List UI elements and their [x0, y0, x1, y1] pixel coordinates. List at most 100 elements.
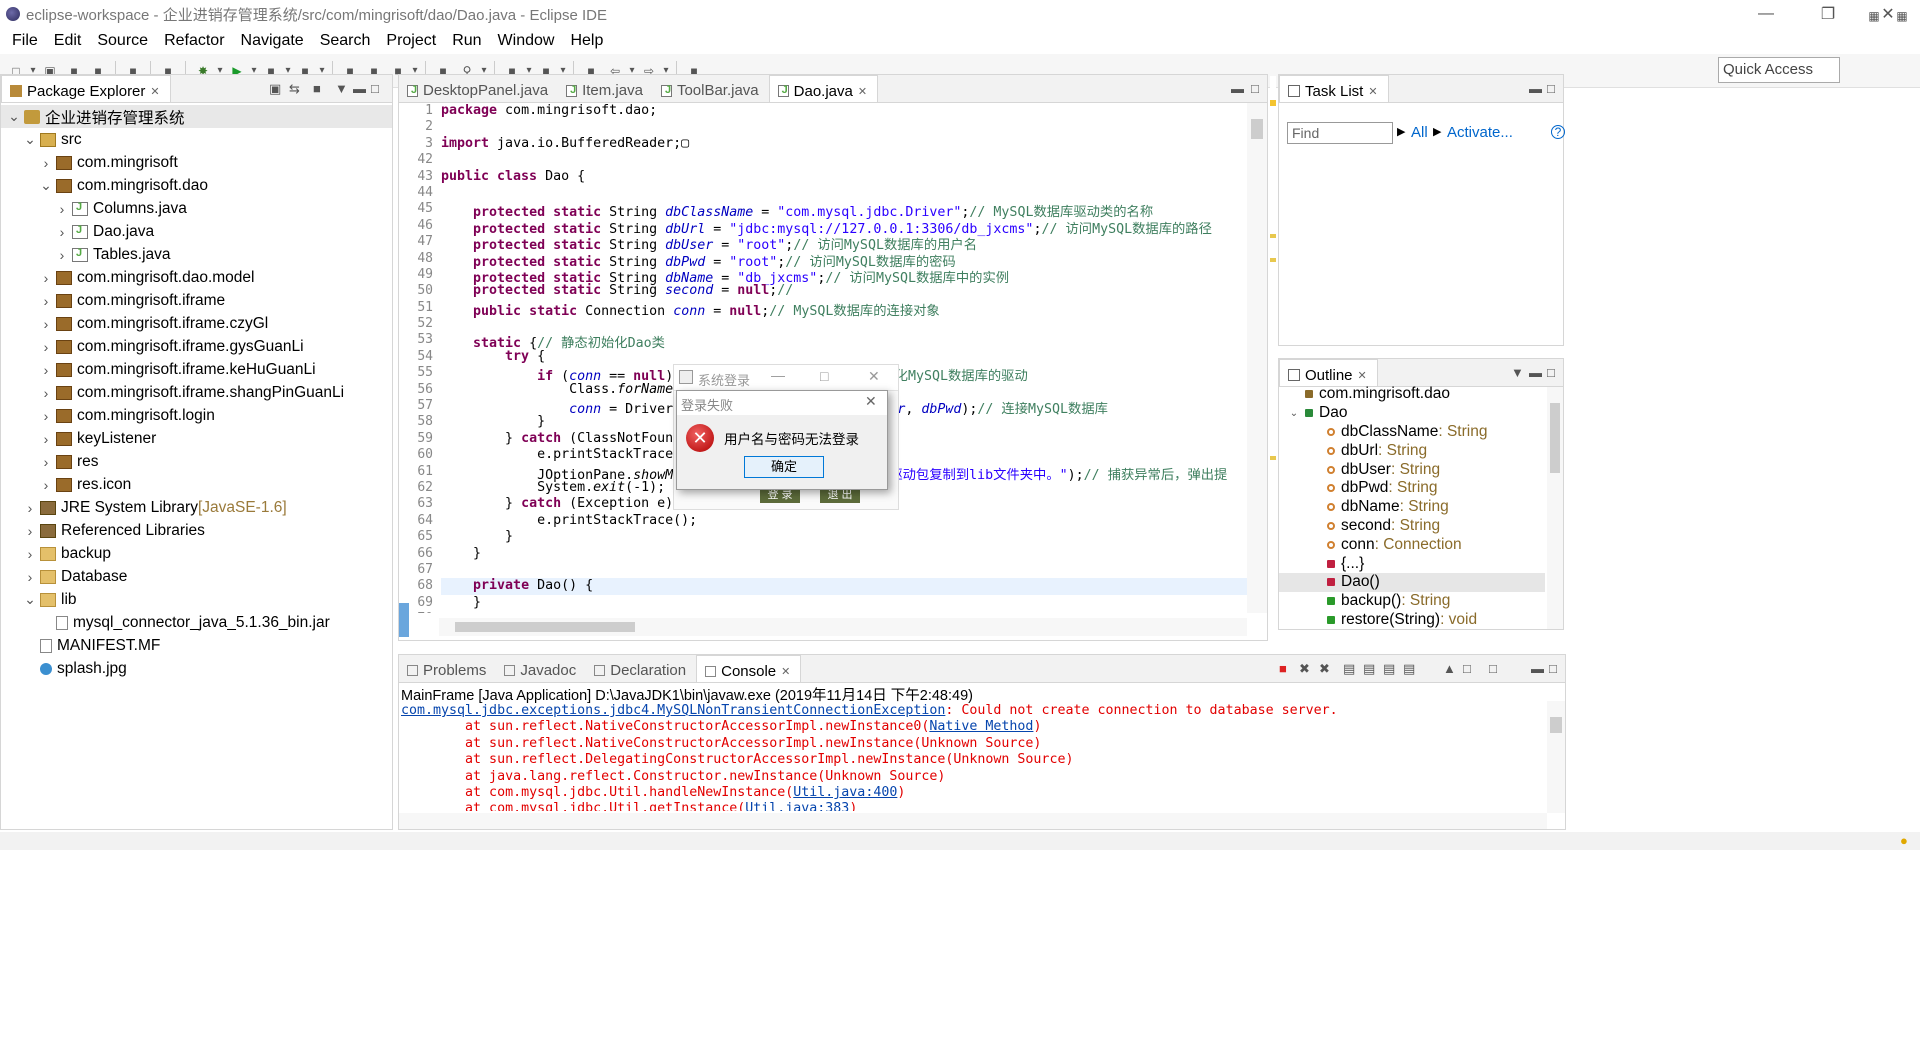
tree-item[interactable]: › res.icon: [1, 473, 392, 496]
chevron-down-icon[interactable]: ▼: [335, 81, 348, 96]
tab-console[interactable]: Console ✕: [696, 655, 802, 682]
code-line[interactable]: [441, 611, 1247, 613]
tree-item[interactable]: › com.mingrisoft.iframe.shangPinGuanLi: [1, 381, 392, 404]
scroll-thumb[interactable]: [455, 622, 635, 632]
console-link[interactable]: Util.java:400: [793, 785, 897, 800]
outline-item[interactable]: dbName : String: [1279, 498, 1545, 517]
close-icon[interactable]: ✕: [858, 85, 867, 98]
outline-item[interactable]: com.mingrisoft.dao: [1279, 385, 1545, 404]
tree-item[interactable]: › Columns.java: [1, 197, 392, 220]
maximize-view-icon[interactable]: □: [371, 81, 379, 96]
close-button[interactable]: ✕: [868, 368, 880, 385]
minimize-button[interactable]: —: [1738, 0, 1794, 28]
minimize-view-icon[interactable]: ▬: [1529, 365, 1542, 380]
code-line[interactable]: }: [441, 529, 1247, 545]
tab-declaration[interactable]: Declaration: [586, 655, 696, 682]
outline-item[interactable]: ⌄ Dao: [1279, 404, 1545, 423]
code-line[interactable]: protected static String dbName = "db_jxc…: [441, 267, 1247, 286]
clear-console-icon[interactable]: ▤: [1343, 661, 1355, 677]
tree-item[interactable]: › com.mingrisoft.iframe: [1, 289, 392, 312]
code-line[interactable]: protected static String dbUrl = "jdbc:my…: [441, 218, 1247, 237]
code-line[interactable]: [441, 185, 1247, 201]
ok-button[interactable]: 确定: [744, 456, 824, 478]
editor-horizontal-scrollbar[interactable]: [439, 618, 1247, 636]
outline-item[interactable]: backup() : String: [1279, 592, 1545, 611]
chevron-right-icon[interactable]: ›: [55, 201, 69, 217]
code-line[interactable]: e.printStackTrace();: [441, 513, 1247, 529]
outline-item[interactable]: restore(String) : void: [1279, 611, 1545, 629]
activate-link[interactable]: Activate...: [1447, 124, 1513, 141]
editor-tab[interactable]: DesktopPanel.java: [399, 75, 558, 102]
open-perspective-icon[interactable]: ▦: [1865, 7, 1883, 25]
outline-item[interactable]: {...}: [1279, 554, 1545, 573]
code-line[interactable]: public static Connection conn = null;// …: [441, 300, 1247, 319]
console-scrollbar[interactable]: [1547, 701, 1565, 813]
minimize-button[interactable]: —: [771, 367, 785, 383]
menu-search[interactable]: Search: [312, 32, 379, 50]
code-line[interactable]: protected static String dbPwd = "root";/…: [441, 251, 1247, 270]
chevron-right-icon[interactable]: ›: [23, 546, 37, 562]
code-line[interactable]: [441, 152, 1247, 168]
chevron-down-icon[interactable]: ▼: [1511, 365, 1524, 380]
code-line[interactable]: }: [441, 546, 1247, 562]
remove-launch-icon[interactable]: ✖: [1299, 661, 1310, 677]
editor-tab[interactable]: Item.java: [558, 75, 653, 102]
chevron-right-icon[interactable]: ›: [23, 523, 37, 539]
close-icon[interactable]: ✕: [1368, 85, 1377, 98]
code-line[interactable]: public class Dao {: [441, 169, 1247, 185]
tree-item[interactable]: › backup: [1, 542, 392, 565]
console-link[interactable]: Native Method: [929, 719, 1033, 734]
outline-item[interactable]: dbClassName : String: [1279, 423, 1545, 442]
tree-item[interactable]: › com.mingrisoft.iframe.gysGuanLi: [1, 335, 392, 358]
word-wrap-icon[interactable]: ▤: [1383, 661, 1395, 677]
all-tasks-link[interactable]: All: [1411, 124, 1428, 141]
menu-source[interactable]: Source: [89, 32, 156, 50]
minimize-view-icon[interactable]: ▬: [1529, 81, 1542, 96]
code-line[interactable]: private Dao() {: [441, 578, 1247, 595]
chevron-right-icon[interactable]: ›: [39, 270, 53, 286]
tree-item[interactable]: ⌄ src: [1, 128, 392, 151]
tree-item[interactable]: › com.mingrisoft: [1, 151, 392, 174]
maximize-view-icon[interactable]: □: [1547, 81, 1555, 96]
chevron-right-icon[interactable]: ›: [39, 293, 53, 309]
tree-item[interactable]: › Referenced Libraries: [1, 519, 392, 542]
outline-item[interactable]: second : String: [1279, 517, 1545, 536]
quick-access-input[interactable]: Quick Access: [1718, 57, 1840, 83]
maximize-view-icon[interactable]: □: [1549, 661, 1557, 676]
chevron-right-icon[interactable]: ›: [23, 569, 37, 585]
console-horizontal-scrollbar[interactable]: [399, 813, 1547, 829]
tree-item[interactable]: ⌄ lib: [1, 588, 392, 611]
minimize-view-icon[interactable]: ▬: [353, 81, 366, 96]
chevron-right-icon[interactable]: ›: [39, 155, 53, 171]
link-editor-icon[interactable]: ⇆: [289, 81, 300, 97]
tree-item[interactable]: MANIFEST.MF: [1, 634, 392, 657]
chevron-right-icon[interactable]: ›: [39, 408, 53, 424]
console-output[interactable]: com.mysql.jdbc.exceptions.jdbc4.MySQLNon…: [401, 703, 1545, 811]
tree-item[interactable]: › com.mingrisoft.dao.model: [1, 266, 392, 289]
close-icon[interactable]: ✕: [781, 665, 790, 678]
tab-problems[interactable]: Problems: [399, 655, 496, 682]
chevron-right-icon[interactable]: ›: [55, 224, 69, 240]
code-line[interactable]: protected static String dbClassName = "c…: [441, 201, 1247, 220]
chevron-down-icon[interactable]: ⌄: [1287, 408, 1301, 419]
chevron-down-icon[interactable]: ⌄: [23, 131, 37, 148]
terminate-icon[interactable]: ■: [1279, 661, 1287, 676]
view-menu-icon[interactable]: ■: [313, 81, 321, 96]
chevron-down-icon[interactable]: ⌄: [23, 591, 37, 608]
task-find-input[interactable]: Find: [1287, 122, 1393, 144]
minimize-view-icon[interactable]: ▬: [1531, 661, 1544, 676]
outline-item[interactable]: dbUser : String: [1279, 460, 1545, 479]
open-console-icon[interactable]: □: [1489, 661, 1497, 676]
chevron-right-icon[interactable]: ›: [39, 362, 53, 378]
scroll-thumb[interactable]: [1550, 403, 1560, 473]
chevron-right-icon[interactable]: ›: [55, 247, 69, 263]
console-link[interactable]: Util.java:383: [745, 801, 849, 811]
chevron-right-icon[interactable]: ›: [39, 339, 53, 355]
tree-item[interactable]: splash.jpg: [1, 657, 392, 680]
tree-item[interactable]: › Tables.java: [1, 243, 392, 266]
menu-window[interactable]: Window: [490, 32, 563, 50]
tree-item[interactable]: › Database: [1, 565, 392, 588]
tab-task-list[interactable]: Task List ✕: [1279, 75, 1389, 102]
close-icon[interactable]: ✕: [1358, 369, 1367, 382]
editor-tab[interactable]: Dao.java ✕: [768, 75, 879, 102]
